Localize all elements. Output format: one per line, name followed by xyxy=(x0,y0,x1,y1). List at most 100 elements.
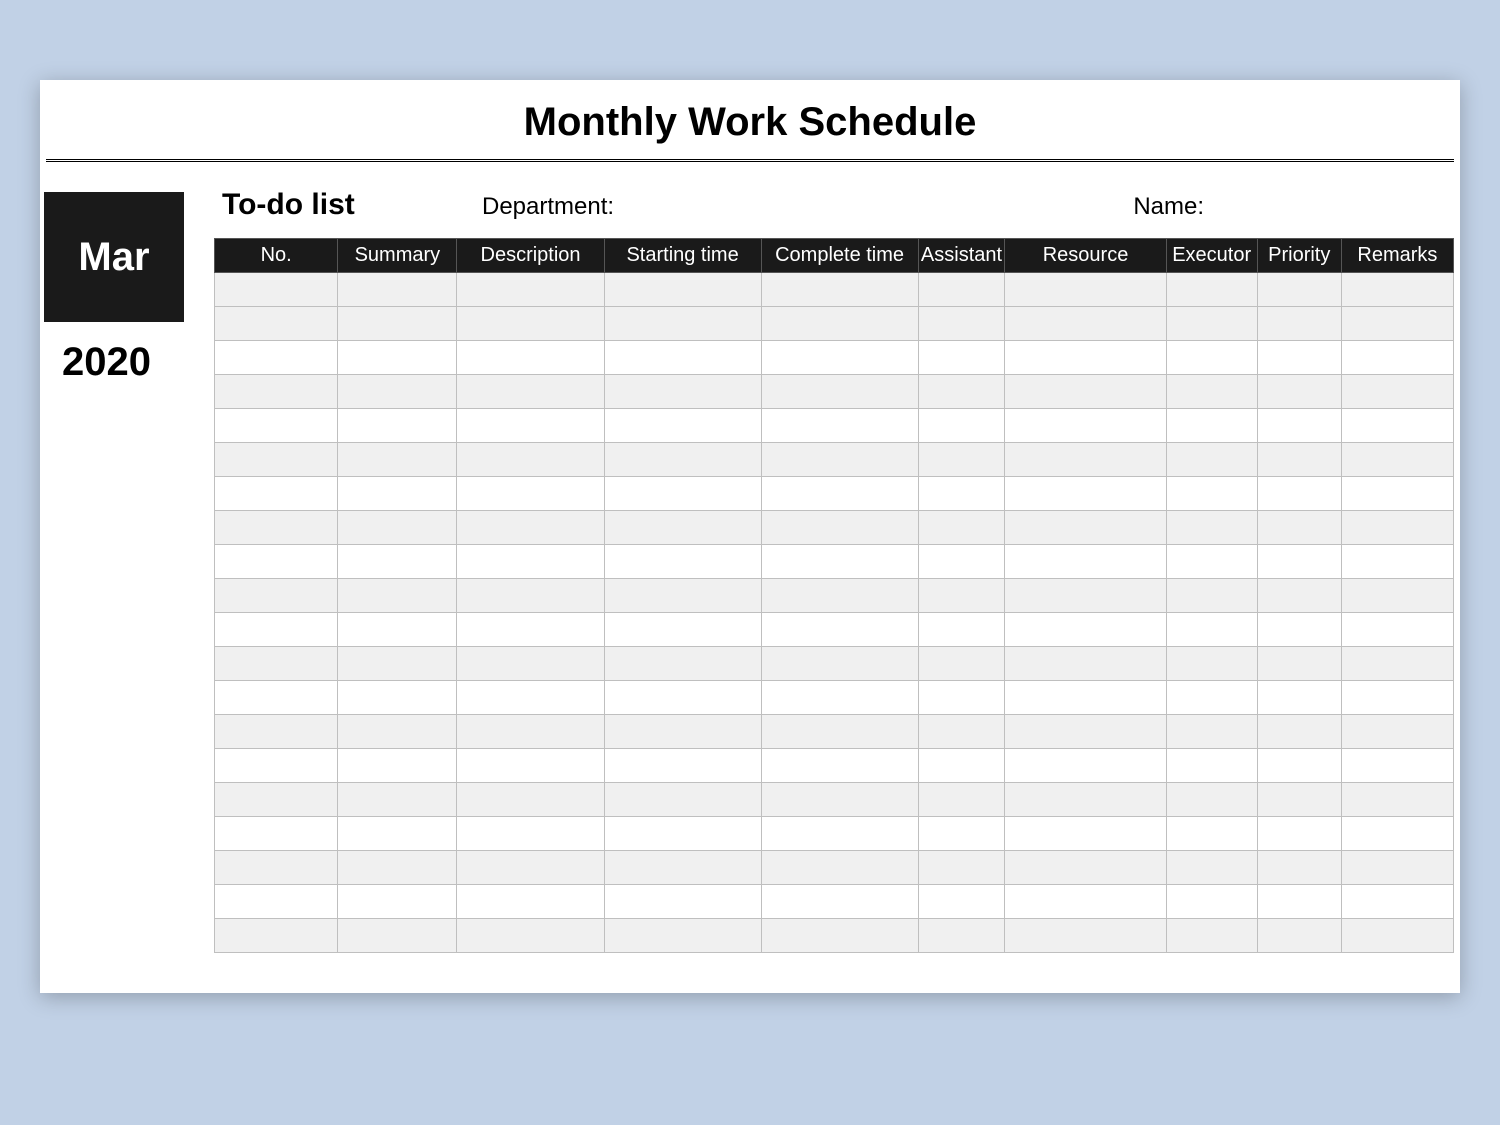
table-cell[interactable] xyxy=(1005,307,1166,341)
table-cell[interactable] xyxy=(604,307,761,341)
table-cell[interactable] xyxy=(1166,613,1257,647)
table-cell[interactable] xyxy=(457,273,604,307)
table-cell[interactable] xyxy=(338,511,457,545)
table-cell[interactable] xyxy=(1341,851,1453,885)
table-cell[interactable] xyxy=(604,477,761,511)
table-cell[interactable] xyxy=(215,749,338,783)
table-cell[interactable] xyxy=(761,749,918,783)
table-cell[interactable] xyxy=(338,817,457,851)
table-cell[interactable] xyxy=(215,647,338,681)
table-cell[interactable] xyxy=(457,409,604,443)
table-cell[interactable] xyxy=(918,273,1005,307)
table-cell[interactable] xyxy=(457,885,604,919)
table-cell[interactable] xyxy=(1257,919,1341,953)
table-cell[interactable] xyxy=(1005,341,1166,375)
table-cell[interactable] xyxy=(1341,307,1453,341)
table-cell[interactable] xyxy=(761,919,918,953)
table-cell[interactable] xyxy=(215,409,338,443)
table-cell[interactable] xyxy=(1005,273,1166,307)
table-cell[interactable] xyxy=(1257,307,1341,341)
table-cell[interactable] xyxy=(604,749,761,783)
table-cell[interactable] xyxy=(761,307,918,341)
table-cell[interactable] xyxy=(761,341,918,375)
table-cell[interactable] xyxy=(604,613,761,647)
table-cell[interactable] xyxy=(215,307,338,341)
table-cell[interactable] xyxy=(1341,341,1453,375)
table-cell[interactable] xyxy=(1166,919,1257,953)
table-cell[interactable] xyxy=(761,783,918,817)
table-cell[interactable] xyxy=(457,443,604,477)
table-cell[interactable] xyxy=(1005,851,1166,885)
table-cell[interactable] xyxy=(215,443,338,477)
table-cell[interactable] xyxy=(604,579,761,613)
table-cell[interactable] xyxy=(338,851,457,885)
table-cell[interactable] xyxy=(1166,681,1257,715)
table-cell[interactable] xyxy=(215,681,338,715)
table-cell[interactable] xyxy=(918,477,1005,511)
table-cell[interactable] xyxy=(338,273,457,307)
table-cell[interactable] xyxy=(215,919,338,953)
table-cell[interactable] xyxy=(1341,885,1453,919)
table-cell[interactable] xyxy=(457,851,604,885)
table-cell[interactable] xyxy=(1166,579,1257,613)
table-cell[interactable] xyxy=(1005,647,1166,681)
table-cell[interactable] xyxy=(761,375,918,409)
table-cell[interactable] xyxy=(1166,715,1257,749)
table-cell[interactable] xyxy=(215,817,338,851)
table-cell[interactable] xyxy=(604,647,761,681)
table-cell[interactable] xyxy=(457,307,604,341)
table-cell[interactable] xyxy=(338,919,457,953)
table-cell[interactable] xyxy=(1166,511,1257,545)
table-cell[interactable] xyxy=(338,307,457,341)
table-cell[interactable] xyxy=(761,477,918,511)
table-cell[interactable] xyxy=(215,613,338,647)
table-cell[interactable] xyxy=(457,613,604,647)
table-cell[interactable] xyxy=(918,375,1005,409)
table-cell[interactable] xyxy=(215,341,338,375)
table-cell[interactable] xyxy=(918,851,1005,885)
table-cell[interactable] xyxy=(457,511,604,545)
table-cell[interactable] xyxy=(1341,579,1453,613)
table-cell[interactable] xyxy=(761,443,918,477)
table-cell[interactable] xyxy=(604,851,761,885)
table-cell[interactable] xyxy=(338,885,457,919)
table-cell[interactable] xyxy=(918,647,1005,681)
table-cell[interactable] xyxy=(604,919,761,953)
table-cell[interactable] xyxy=(457,341,604,375)
table-cell[interactable] xyxy=(457,579,604,613)
table-cell[interactable] xyxy=(1341,817,1453,851)
table-cell[interactable] xyxy=(215,715,338,749)
table-cell[interactable] xyxy=(918,613,1005,647)
table-cell[interactable] xyxy=(1005,477,1166,511)
table-cell[interactable] xyxy=(761,681,918,715)
table-cell[interactable] xyxy=(918,341,1005,375)
table-cell[interactable] xyxy=(457,749,604,783)
table-cell[interactable] xyxy=(1341,477,1453,511)
table-cell[interactable] xyxy=(918,409,1005,443)
table-cell[interactable] xyxy=(1341,613,1453,647)
table-cell[interactable] xyxy=(604,341,761,375)
table-cell[interactable] xyxy=(457,375,604,409)
table-cell[interactable] xyxy=(338,579,457,613)
table-cell[interactable] xyxy=(918,749,1005,783)
table-cell[interactable] xyxy=(1005,613,1166,647)
table-cell[interactable] xyxy=(338,647,457,681)
table-cell[interactable] xyxy=(918,307,1005,341)
table-cell[interactable] xyxy=(1005,715,1166,749)
table-cell[interactable] xyxy=(1166,647,1257,681)
table-cell[interactable] xyxy=(215,579,338,613)
table-cell[interactable] xyxy=(338,613,457,647)
table-cell[interactable] xyxy=(1341,409,1453,443)
table-cell[interactable] xyxy=(1166,783,1257,817)
table-cell[interactable] xyxy=(761,545,918,579)
table-cell[interactable] xyxy=(604,681,761,715)
table-cell[interactable] xyxy=(457,477,604,511)
table-cell[interactable] xyxy=(1257,341,1341,375)
table-cell[interactable] xyxy=(1341,443,1453,477)
table-cell[interactable] xyxy=(1341,375,1453,409)
table-cell[interactable] xyxy=(761,715,918,749)
table-cell[interactable] xyxy=(215,273,338,307)
table-cell[interactable] xyxy=(1341,715,1453,749)
table-cell[interactable] xyxy=(1341,273,1453,307)
table-cell[interactable] xyxy=(338,749,457,783)
